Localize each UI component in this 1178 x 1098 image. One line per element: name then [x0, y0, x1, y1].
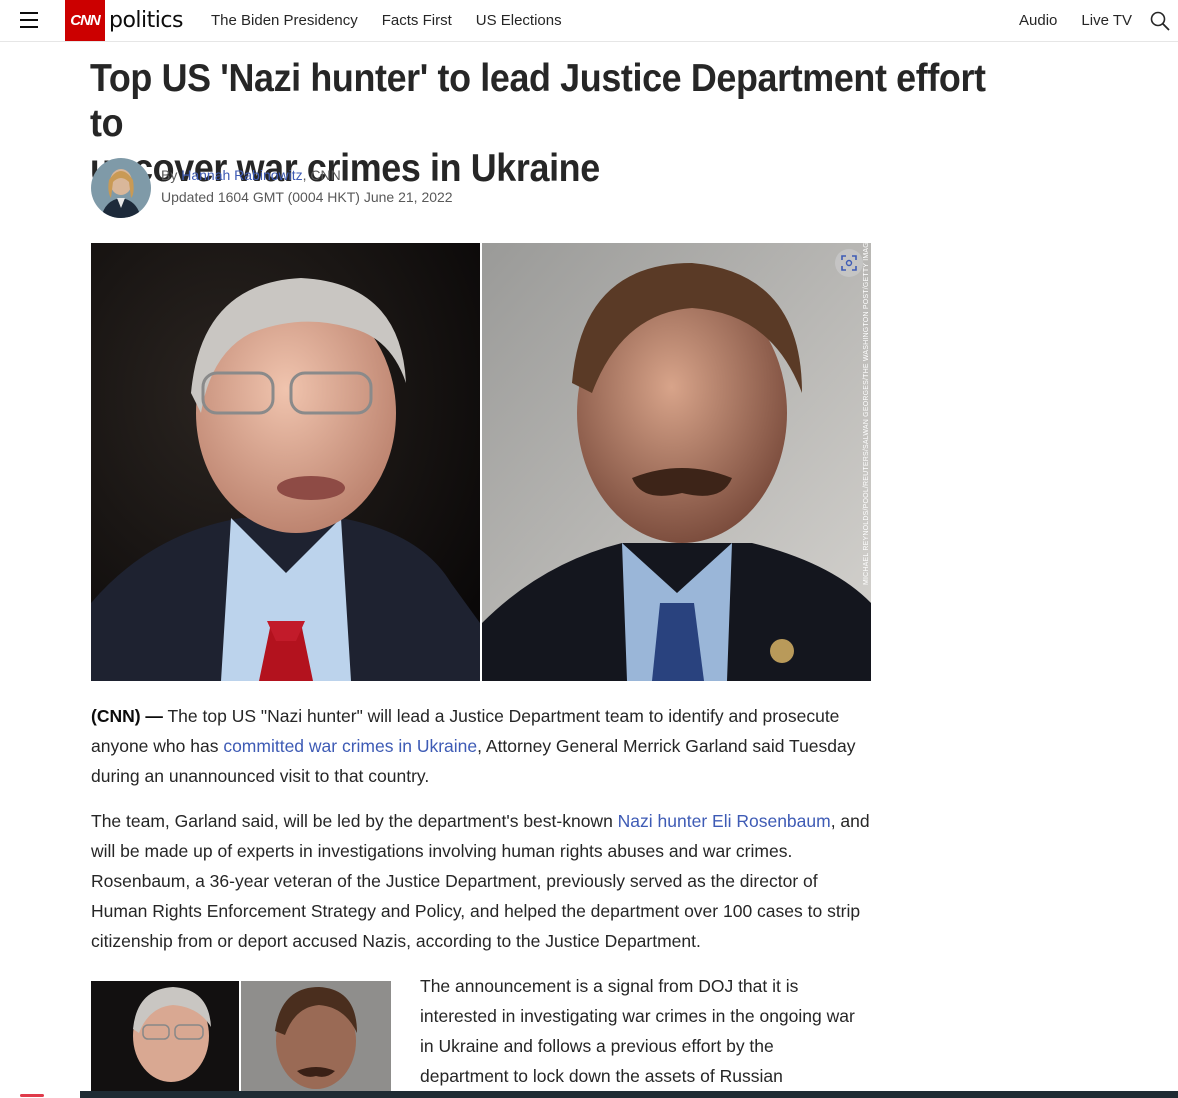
- updated-timestamp: Updated 1604 GMT (0004 HKT) June 21, 202…: [161, 189, 453, 205]
- cnn-logo[interactable]: CNN: [65, 0, 105, 41]
- paragraph-1: (CNN) — The top US "Nazi hunter" will le…: [91, 701, 871, 791]
- byline-suffix: , CNN: [302, 167, 341, 183]
- hero-photo-left: [91, 243, 480, 681]
- nav-item-us-elections[interactable]: US Elections: [476, 12, 562, 29]
- author-avatar[interactable]: [91, 158, 151, 218]
- nav-item-live-tv[interactable]: Live TV: [1081, 12, 1132, 29]
- link-eli-rosenbaum[interactable]: Nazi hunter Eli Rosenbaum: [618, 811, 831, 831]
- nav-item-facts-first[interactable]: Facts First: [382, 12, 452, 29]
- byline: By Hannah Rabinowitz, CNN Updated 1604 G…: [161, 164, 453, 208]
- search-icon[interactable]: [1150, 11, 1170, 31]
- p2-text-a: The team, Garland said, will be led by t…: [91, 811, 618, 831]
- menu-icon[interactable]: [20, 12, 38, 28]
- expand-image-button[interactable]: [835, 249, 863, 277]
- hero-image[interactable]: MICHAEL REYNOLDS/POOL/REUTERS/SALWAN GEO…: [91, 232, 873, 681]
- byline-prefix: By: [161, 167, 182, 183]
- section-name[interactable]: politics: [109, 8, 183, 33]
- author-line: By Hannah Rabinowitz, CNN: [161, 164, 453, 186]
- paragraph-3: The announcement is a signal from DOJ th…: [420, 976, 855, 1086]
- author-link[interactable]: Hannah Rabinowitz: [181, 167, 302, 183]
- headline-line-1: Top US 'Nazi hunter' to lead Justice Dep…: [90, 57, 986, 145]
- right-nav: Audio Live TV: [1019, 0, 1132, 41]
- image-credit-text: MICHAEL REYNOLDS/POOL/REUTERS/SALWAN GEO…: [863, 232, 870, 585]
- nav-item-audio[interactable]: Audio: [1019, 12, 1057, 29]
- bottom-indicator: [20, 1094, 70, 1098]
- main-nav: The Biden Presidency Facts First US Elec…: [211, 0, 562, 41]
- dateline: (CNN) —: [91, 706, 163, 726]
- p2-text-b: , and will be made up of experts in inve…: [91, 811, 870, 951]
- logo[interactable]: CNN politics: [65, 0, 183, 41]
- site-header: CNN politics The Biden Presidency Facts …: [0, 0, 1178, 42]
- inline-image[interactable]: [91, 981, 391, 1091]
- nav-item-biden-presidency[interactable]: The Biden Presidency: [211, 12, 358, 29]
- paragraph-2: The team, Garland said, will be led by t…: [91, 806, 871, 956]
- link-war-crimes[interactable]: committed war crimes in Ukraine: [223, 736, 477, 756]
- expand-icon: [841, 255, 857, 271]
- image-credit: MICHAEL REYNOLDS/POOL/REUTERS/SALWAN GEO…: [861, 232, 873, 681]
- bottom-bar: [80, 1091, 1178, 1098]
- hero-photo-right: [482, 243, 871, 681]
